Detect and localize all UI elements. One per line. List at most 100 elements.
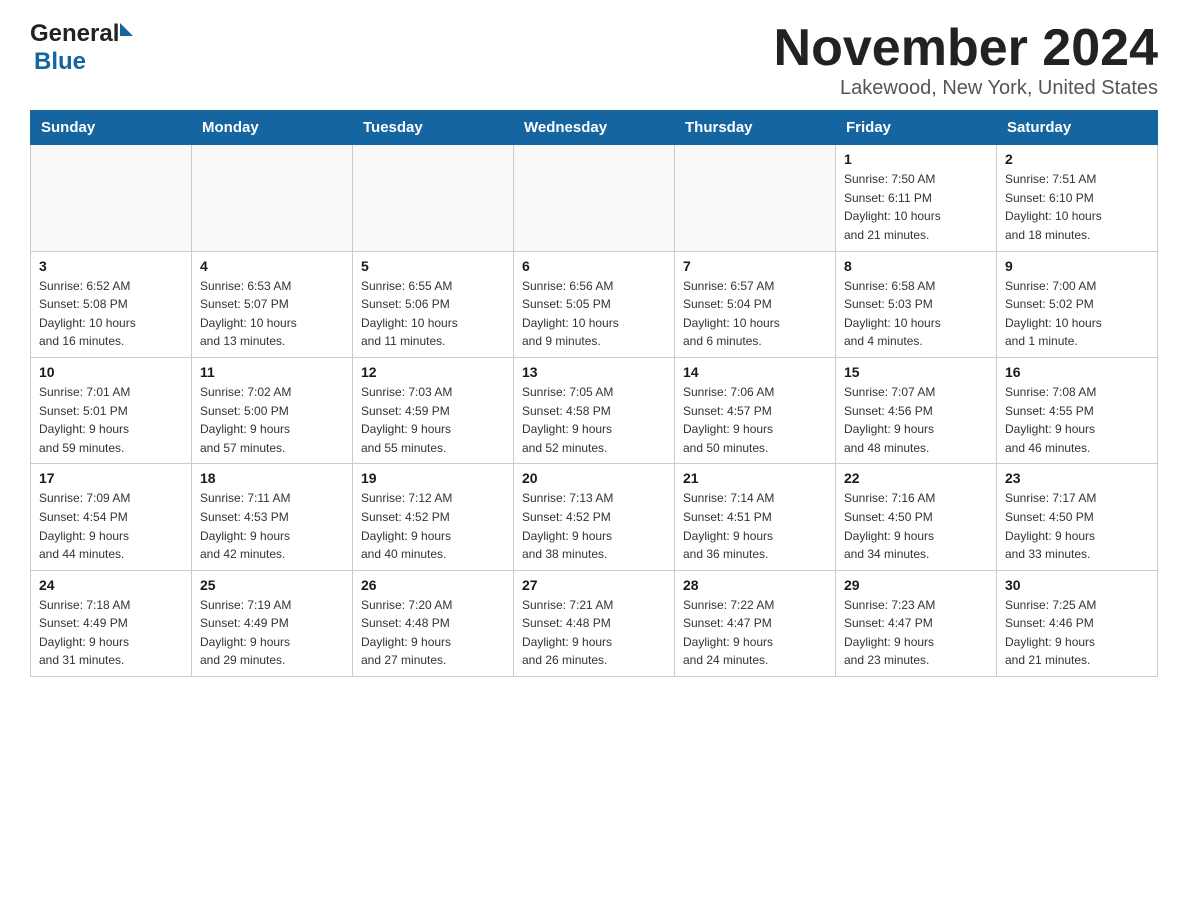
day-info: Sunrise: 7:14 AM Sunset: 4:51 PM Dayligh…	[683, 489, 827, 563]
table-row: 19 Sunrise: 7:12 AM Sunset: 4:52 PM Dayli…	[353, 464, 514, 570]
calendar-table: Sunday Monday Tuesday Wednesday Thursday…	[30, 110, 1158, 677]
day-number: 17	[39, 470, 183, 486]
calendar-week-row: 10 Sunrise: 7:01 AM Sunset: 5:01 PM Dayli…	[31, 357, 1158, 463]
page-subtitle: Lakewood, New York, United States	[774, 77, 1158, 100]
header-saturday: Saturday	[997, 111, 1158, 145]
table-row: 4 Sunrise: 6:53 AM Sunset: 5:07 PM Daylig…	[192, 251, 353, 357]
day-number: 13	[522, 364, 666, 380]
day-number: 16	[1005, 364, 1149, 380]
table-row: 11Sunrise: 7:02 AM Sunset: 5:00 PM Dayli…	[192, 357, 353, 463]
table-row	[192, 145, 353, 251]
table-row: 20Sunrise: 7:13 AM Sunset: 4:52 PM Dayli…	[514, 464, 675, 570]
table-row: 6 Sunrise: 6:56 AM Sunset: 5:05 PM Daylig…	[514, 251, 675, 357]
day-number: 19	[361, 470, 505, 486]
header-wednesday: Wednesday	[514, 111, 675, 145]
day-info: Sunrise: 7:23 AM Sunset: 4:47 PM Dayligh…	[844, 596, 988, 670]
day-number: 29	[844, 577, 988, 593]
day-info: Sunrise: 6:52 AM Sunset: 5:08 PM Dayligh…	[39, 277, 183, 351]
day-number: 26	[361, 577, 505, 593]
day-info: Sunrise: 7:11 AM Sunset: 4:53 PM Dayligh…	[200, 489, 344, 563]
calendar-week-row: 24 Sunrise: 7:18 AM Sunset: 4:49 PM Dayli…	[31, 570, 1158, 676]
table-row: 28 Sunrise: 7:22 AM Sunset: 4:47 PM Dayli…	[675, 570, 836, 676]
day-number: 23	[1005, 470, 1149, 486]
day-number: 24	[39, 577, 183, 593]
header-friday: Friday	[836, 111, 997, 145]
day-info: Sunrise: 7:19 AM Sunset: 4:49 PM Dayligh…	[200, 596, 344, 670]
table-row: 26 Sunrise: 7:20 AM Sunset: 4:48 PM Dayli…	[353, 570, 514, 676]
table-row: 17 Sunrise: 7:09 AM Sunset: 4:54 PM Dayli…	[31, 464, 192, 570]
calendar-week-row: 17 Sunrise: 7:09 AM Sunset: 4:54 PM Dayli…	[31, 464, 1158, 570]
day-info: Sunrise: 7:16 AM Sunset: 4:50 PM Dayligh…	[844, 489, 988, 563]
day-info: Sunrise: 7:20 AM Sunset: 4:48 PM Dayligh…	[361, 596, 505, 670]
table-row	[31, 145, 192, 251]
header-sunday: Sunday	[31, 111, 192, 145]
day-info: Sunrise: 7:12 AM Sunset: 4:52 PM Dayligh…	[361, 489, 505, 563]
day-number: 27	[522, 577, 666, 593]
table-row: 8 Sunrise: 6:58 AM Sunset: 5:03 PM Daylig…	[836, 251, 997, 357]
day-info: Sunrise: 7:51 AM Sunset: 6:10 PM Dayligh…	[1005, 170, 1149, 244]
page-title: November 2024	[774, 20, 1158, 77]
logo: General Blue	[30, 20, 133, 76]
day-info: Sunrise: 7:17 AM Sunset: 4:50 PM Dayligh…	[1005, 489, 1149, 563]
logo-arrow-icon	[120, 23, 133, 36]
day-info: Sunrise: 6:53 AM Sunset: 5:07 PM Dayligh…	[200, 277, 344, 351]
day-number: 8	[844, 258, 988, 274]
day-info: Sunrise: 6:58 AM Sunset: 5:03 PM Dayligh…	[844, 277, 988, 351]
table-row: 2Sunrise: 7:51 AM Sunset: 6:10 PM Daylig…	[997, 145, 1158, 251]
header-tuesday: Tuesday	[353, 111, 514, 145]
table-row	[675, 145, 836, 251]
title-block: November 2024 Lakewood, New York, United…	[774, 20, 1158, 100]
header-monday: Monday	[192, 111, 353, 145]
table-row: 3 Sunrise: 6:52 AM Sunset: 5:08 PM Daylig…	[31, 251, 192, 357]
calendar-week-row: 1 Sunrise: 7:50 AM Sunset: 6:11 PM Daylig…	[31, 145, 1158, 251]
day-number: 18	[200, 470, 344, 486]
day-number: 25	[200, 577, 344, 593]
day-info: Sunrise: 7:13 AM Sunset: 4:52 PM Dayligh…	[522, 489, 666, 563]
day-number: 6	[522, 258, 666, 274]
day-info: Sunrise: 7:05 AM Sunset: 4:58 PM Dayligh…	[522, 383, 666, 457]
day-info: Sunrise: 7:18 AM Sunset: 4:49 PM Dayligh…	[39, 596, 183, 670]
table-row: 7Sunrise: 6:57 AM Sunset: 5:04 PM Daylig…	[675, 251, 836, 357]
day-number: 28	[683, 577, 827, 593]
day-info: Sunrise: 7:08 AM Sunset: 4:55 PM Dayligh…	[1005, 383, 1149, 457]
table-row: 14 Sunrise: 7:06 AM Sunset: 4:57 PM Dayli…	[675, 357, 836, 463]
table-row: 16 Sunrise: 7:08 AM Sunset: 4:55 PM Dayli…	[997, 357, 1158, 463]
day-info: Sunrise: 7:01 AM Sunset: 5:01 PM Dayligh…	[39, 383, 183, 457]
day-number: 15	[844, 364, 988, 380]
day-info: Sunrise: 7:22 AM Sunset: 4:47 PM Dayligh…	[683, 596, 827, 670]
day-number: 4	[200, 258, 344, 274]
calendar-week-row: 3 Sunrise: 6:52 AM Sunset: 5:08 PM Daylig…	[31, 251, 1158, 357]
table-row: 13 Sunrise: 7:05 AM Sunset: 4:58 PM Dayli…	[514, 357, 675, 463]
table-row: 10 Sunrise: 7:01 AM Sunset: 5:01 PM Dayli…	[31, 357, 192, 463]
day-number: 5	[361, 258, 505, 274]
day-info: Sunrise: 7:50 AM Sunset: 6:11 PM Dayligh…	[844, 170, 988, 244]
table-row: 25 Sunrise: 7:19 AM Sunset: 4:49 PM Dayli…	[192, 570, 353, 676]
table-row	[353, 145, 514, 251]
table-row: 15 Sunrise: 7:07 AM Sunset: 4:56 PM Dayli…	[836, 357, 997, 463]
day-number: 22	[844, 470, 988, 486]
page-header: General Blue November 2024 Lakewood, New…	[30, 20, 1158, 100]
day-info: Sunrise: 6:56 AM Sunset: 5:05 PM Dayligh…	[522, 277, 666, 351]
table-row: 29 Sunrise: 7:23 AM Sunset: 4:47 PM Dayli…	[836, 570, 997, 676]
logo-blue-text: Blue	[34, 48, 86, 75]
day-info: Sunrise: 7:06 AM Sunset: 4:57 PM Dayligh…	[683, 383, 827, 457]
day-number: 3	[39, 258, 183, 274]
table-row: 30Sunrise: 7:25 AM Sunset: 4:46 PM Dayli…	[997, 570, 1158, 676]
day-number: 12	[361, 364, 505, 380]
day-info: Sunrise: 6:55 AM Sunset: 5:06 PM Dayligh…	[361, 277, 505, 351]
day-info: Sunrise: 7:07 AM Sunset: 4:56 PM Dayligh…	[844, 383, 988, 457]
day-info: Sunrise: 7:21 AM Sunset: 4:48 PM Dayligh…	[522, 596, 666, 670]
day-number: 11	[200, 364, 344, 380]
day-info: Sunrise: 7:09 AM Sunset: 4:54 PM Dayligh…	[39, 489, 183, 563]
logo-general-text: General	[30, 20, 119, 48]
day-number: 1	[844, 151, 988, 167]
table-row: 5 Sunrise: 6:55 AM Sunset: 5:06 PM Daylig…	[353, 251, 514, 357]
day-number: 30	[1005, 577, 1149, 593]
day-number: 10	[39, 364, 183, 380]
day-info: Sunrise: 7:00 AM Sunset: 5:02 PM Dayligh…	[1005, 277, 1149, 351]
day-info: Sunrise: 7:03 AM Sunset: 4:59 PM Dayligh…	[361, 383, 505, 457]
day-number: 14	[683, 364, 827, 380]
day-info: Sunrise: 6:57 AM Sunset: 5:04 PM Dayligh…	[683, 277, 827, 351]
day-number: 9	[1005, 258, 1149, 274]
header-thursday: Thursday	[675, 111, 836, 145]
